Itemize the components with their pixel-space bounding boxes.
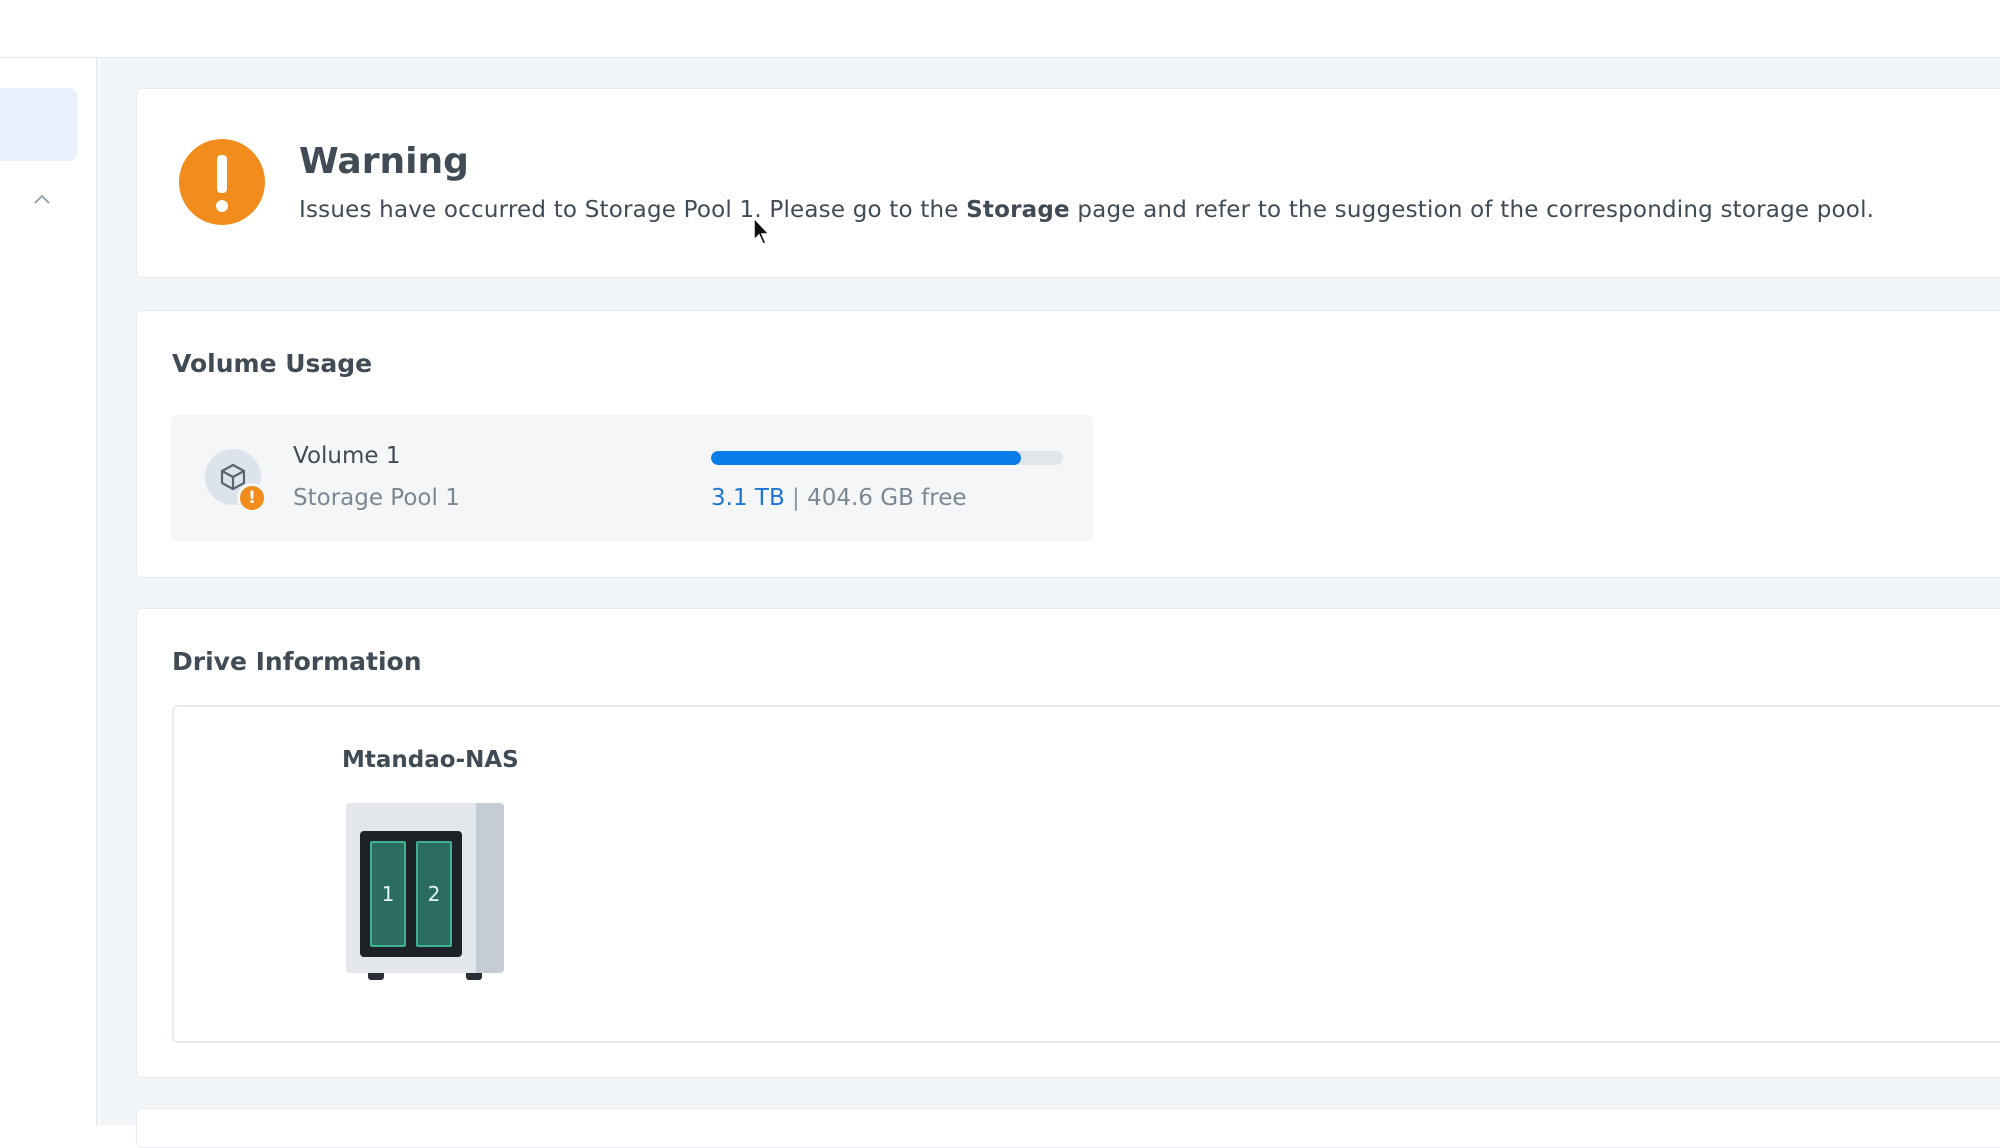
volume-total: 3.1 TB [711, 485, 785, 511]
volume-name: Volume 1 [293, 443, 401, 469]
volume-pool: Storage Pool 1 [293, 485, 460, 511]
volume-free: 404.6 GB free [807, 485, 967, 511]
usage-progress-bar [711, 451, 1063, 465]
drive-bay-1[interactable]: 1 [370, 841, 406, 947]
storage-link-text: Storage [966, 197, 1070, 223]
stats-separator: | [792, 485, 800, 511]
volume-stats: 3.1 TB | 404.6 GB free [711, 485, 967, 511]
drive-information-title: Drive Information [172, 647, 422, 676]
drive-information-card: Drive Information Mtandao-NAS 1 2 [136, 608, 2000, 1078]
drive-panel: Mtandao-NAS 1 2 [172, 705, 2000, 1043]
nas-device-icon[interactable]: 1 2 [346, 803, 512, 989]
nas-name: Mtandao-NAS [342, 747, 519, 773]
main-content: Warning Issues have occurred to Storage … [100, 58, 2000, 1148]
volume-item[interactable]: ! Volume 1 Storage Pool 1 3.1 TB | 404.6… [171, 415, 1093, 541]
chevron-up-icon[interactable] [31, 188, 53, 210]
warning-message-text: Issues have occurred to Storage Pool 1. … [299, 197, 967, 223]
warning-card: Warning Issues have occurred to Storage … [136, 88, 2000, 278]
sidebar [0, 58, 98, 1125]
exclamation-circle-icon [179, 139, 265, 225]
drive-bay-2[interactable]: 2 [416, 841, 452, 947]
warning-message-text-end: page and refer to the suggestion of the … [1069, 197, 1875, 223]
volume-usage-card: Volume Usage ! Volume 1 Storage Pool 1 3… [136, 310, 2000, 578]
next-card [136, 1108, 2000, 1148]
warning-title: Warning [299, 141, 469, 182]
usage-progress-fill [711, 451, 1021, 465]
warning-message: Issues have occurred to Storage Pool 1. … [299, 197, 1874, 223]
status-badge: ! [237, 483, 267, 513]
sidebar-item-active[interactable] [0, 88, 77, 161]
volume-usage-title: Volume Usage [172, 349, 373, 378]
mouse-cursor-icon [753, 216, 771, 245]
top-bar [0, 0, 2000, 58]
